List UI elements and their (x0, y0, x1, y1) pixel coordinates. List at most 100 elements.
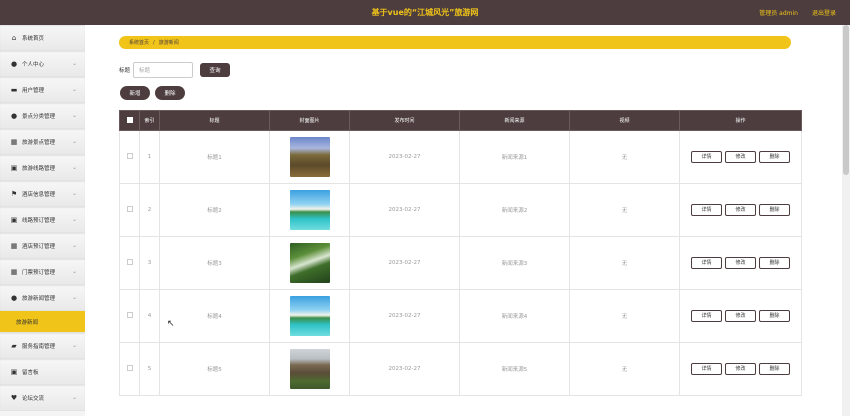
query-button[interactable]: 查询 (200, 63, 231, 77)
action-bar: 新增 删除 (120, 86, 185, 100)
header-user-area: 管理员 admin 退出登录 (759, 0, 836, 25)
cell-video: 无 (569, 236, 680, 290)
sidebar-item-14[interactable]: ♥ 论坛交流 ⌄ (0, 385, 85, 411)
edit-button[interactable]: 修改 (725, 363, 756, 375)
sidebar-item-label: 景点分类管理 (22, 113, 56, 120)
sidebar-item-label: 旅游线路管理 (22, 165, 56, 172)
detail-button[interactable]: 详情 (691, 151, 722, 163)
cell-image (269, 289, 350, 343)
row-delete-button[interactable]: 删除 (759, 204, 790, 216)
cell-title: 标题4 (159, 289, 270, 343)
cell-index: 1 (139, 130, 160, 184)
user-icon: ● (10, 111, 18, 120)
cell-date: 2023-02-27 (349, 236, 460, 290)
sidebar-item-label: 旅游景点管理 (22, 139, 56, 146)
sidebar-item-label: 酒店信息管理 (22, 191, 56, 198)
col-header-index: 索引 (139, 110, 160, 131)
cover-image (289, 190, 330, 230)
row-checkbox[interactable] (126, 365, 133, 371)
sidebar-item-13[interactable]: ▣ 留言板 (0, 359, 85, 385)
row-delete-button[interactable]: 删除 (759, 257, 790, 269)
sidebar-item-6[interactable]: ⚑ 酒店信息管理 ⌄ (0, 181, 85, 207)
table-row: 1 标题1 2023-02-27 新闻来源1 无详情 修改 删除 (119, 130, 802, 184)
home-icon: ⌂ (11, 33, 17, 42)
sidebar-item-4[interactable]: ▦ 旅游景点管理 ⌄ (0, 129, 85, 155)
edit-button[interactable]: 修改 (725, 257, 756, 269)
cell-index: 5 (139, 342, 160, 396)
select-all-checkbox[interactable] (126, 116, 133, 123)
cell-video: 无 (569, 289, 680, 343)
news-table: 索引 标题 封面图片 发布时间 新闻来源 视频 操作 1 标题1 2023-02-2… (119, 110, 802, 396)
cell-video: 无 (569, 183, 680, 237)
cell-source: 新闻来源3 (459, 236, 570, 290)
delete-button[interactable]: 删除 (155, 86, 185, 100)
sidebar-item-7[interactable]: ▣ 线路预订管理 ⌄ (0, 207, 85, 233)
edit-button[interactable]: 修改 (725, 310, 756, 322)
cell-actions: 详情 修改 删除 (679, 236, 802, 290)
heart-icon: ♥ (10, 393, 18, 402)
search-input[interactable]: 标题 (133, 62, 194, 78)
detail-button[interactable]: 详情 (691, 310, 722, 322)
grid-icon: ▦ (10, 137, 18, 146)
chevron-down-icon: ⌄ (71, 342, 77, 349)
row-select-cell[interactable] (119, 289, 140, 343)
cell-title: 标题5 (159, 342, 270, 396)
scrollbar-thumb[interactable] (843, 25, 849, 175)
breadcrumb-current: 旅游新闻 (158, 40, 179, 46)
cell-image (269, 130, 350, 184)
chat-icon: ▰ (11, 341, 17, 350)
add-button[interactable]: 新增 (120, 86, 150, 100)
row-select-cell[interactable] (119, 183, 140, 237)
cell-date: 2023-02-27 (349, 183, 460, 237)
sidebar-item-0[interactable]: ⌂ 系统首页 (0, 25, 85, 51)
box-icon: ▣ (10, 215, 18, 224)
cell-title: 标题2 (159, 183, 270, 237)
sidebar-item-11[interactable]: 旅游新闻 (0, 311, 85, 333)
row-delete-button[interactable]: 删除 (759, 151, 790, 163)
admin-label: 管理员 admin (759, 10, 798, 17)
sidebar-item-5[interactable]: ▣ 旅游线路管理 ⌄ (0, 155, 85, 181)
cover-image (289, 296, 330, 336)
flag-icon: ⚑ (10, 189, 18, 198)
page-scrollbar[interactable] (842, 25, 850, 416)
sidebar-item-2[interactable]: ▬ 用户管理 ⌄ (0, 77, 85, 103)
breadcrumb-separator: / (153, 39, 155, 46)
breadcrumb-home[interactable]: 系统首页 (129, 39, 149, 46)
col-header-actions: 操作 (679, 110, 802, 131)
col-header-source: 新闻来源 (459, 110, 570, 131)
sidebar-item-10[interactable]: ● 旅游新闻管理 ⌄ (0, 285, 85, 311)
detail-button[interactable]: 详情 (691, 204, 722, 216)
sidebar-item-12[interactable]: ▰ 服务指南管理 ⌄ (0, 333, 85, 359)
row-checkbox[interactable] (126, 206, 133, 212)
table-header-row: 索引 标题 封面图片 发布时间 新闻来源 视频 操作 (119, 110, 802, 131)
row-select-cell[interactable] (119, 342, 140, 396)
sidebar-item-8[interactable]: ▦ 酒店预订管理 ⌄ (0, 233, 85, 259)
cell-title: 标题3 (159, 236, 270, 290)
row-checkbox[interactable] (126, 259, 133, 265)
row-select-cell[interactable] (119, 236, 140, 290)
cell-source: 新闻来源1 (459, 130, 570, 184)
sidebar-item-label: 系统首页 (22, 35, 45, 42)
sidebar-item-9[interactable]: ▦ 门票预订管理 ⌄ (0, 259, 85, 285)
cell-video: 无 (569, 342, 680, 396)
sidebar-item-label: 线路预订管理 (22, 217, 56, 224)
cell-index: 2 (139, 183, 160, 237)
edit-button[interactable]: 修改 (725, 204, 756, 216)
sidebar-item-1[interactable]: ● 个人中心 ⌄ (0, 51, 85, 77)
detail-button[interactable]: 详情 (691, 257, 722, 269)
table-row: 4 标题4 2023-02-27 新闻来源4 无详情 修改 删除 (119, 289, 802, 343)
detail-button[interactable]: 详情 (691, 363, 722, 375)
row-checkbox[interactable] (126, 312, 133, 318)
cell-video: 无 (569, 130, 680, 184)
logout-link[interactable]: 退出登录 (812, 8, 836, 17)
row-select-cell[interactable] (119, 130, 140, 184)
sidebar-item-label: 用户管理 (22, 87, 45, 94)
sidebar-item-3[interactable]: ● 景点分类管理 ⌄ (0, 103, 85, 129)
row-delete-button[interactable]: 删除 (759, 363, 790, 375)
cell-date: 2023-02-27 (349, 130, 460, 184)
select-all-cell[interactable] (119, 110, 140, 131)
edit-button[interactable]: 修改 (725, 151, 756, 163)
row-checkbox[interactable] (126, 153, 133, 159)
col-header-video: 视频 (569, 110, 680, 131)
row-delete-button[interactable]: 删除 (759, 310, 790, 322)
